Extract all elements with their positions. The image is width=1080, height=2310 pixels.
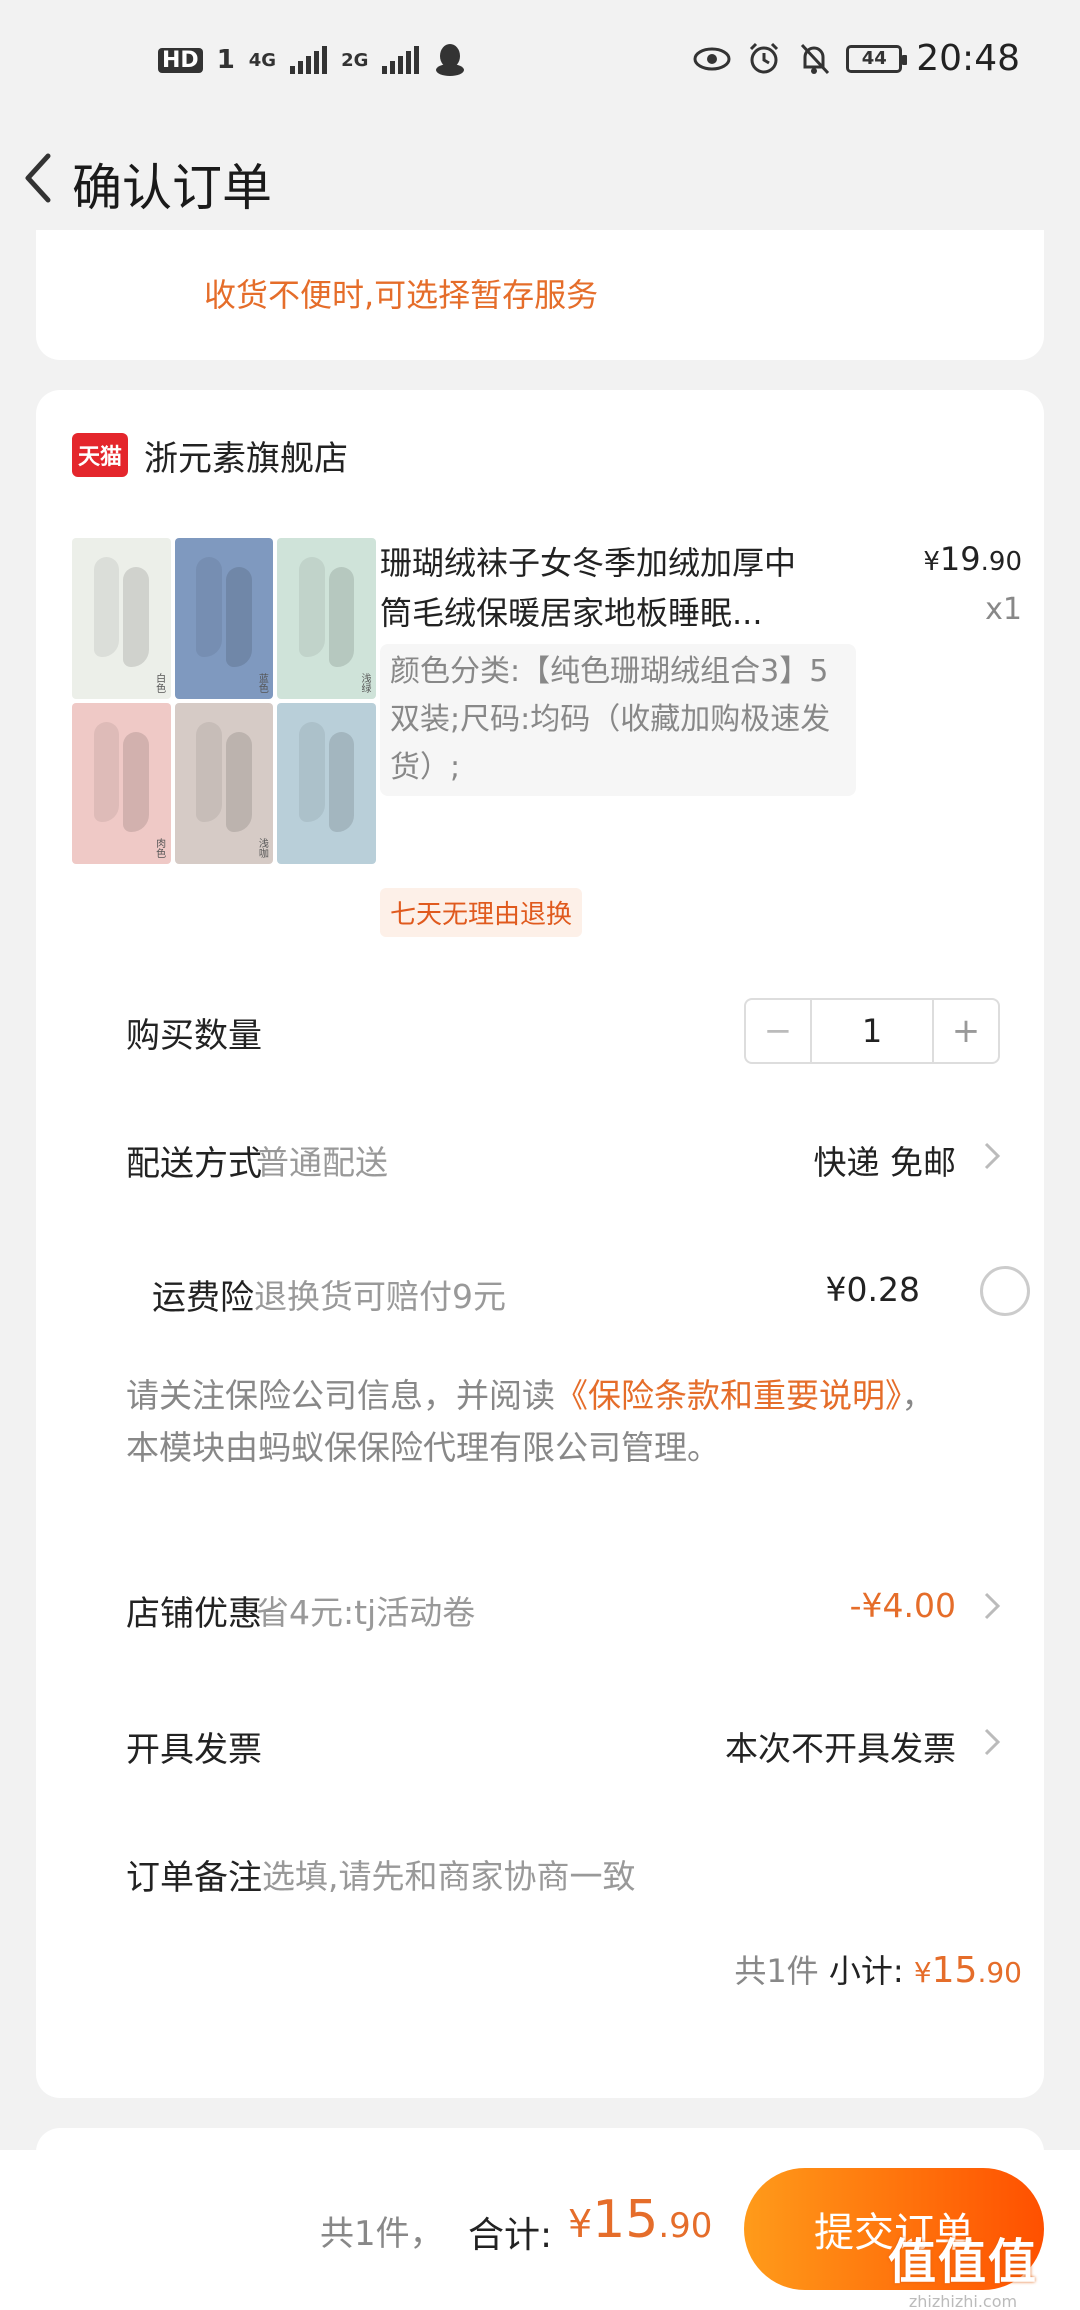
status-right: 44 20:48 (692, 38, 1020, 79)
insurance-radio[interactable] (980, 1266, 1030, 1316)
product-thumb-model (277, 703, 376, 864)
chevron-right-icon[interactable] (980, 1586, 1004, 1626)
signal-icon (290, 46, 328, 74)
delivery-label: 配送方式 (126, 1144, 262, 1184)
network-2g-label: 2G (341, 49, 369, 71)
watermark-site: zhizhizhi.com (908, 2292, 1018, 2310)
shipping-insurance-desc: 退换货可赔付9元 (254, 1277, 506, 1316)
mute-bell-icon (801, 43, 830, 74)
product-price: ¥19.90 (923, 540, 1022, 578)
delivery-value[interactable]: 快递 免邮 (814, 1136, 957, 1184)
subtotal: 共1件 小计: ¥15.90 (734, 1946, 1022, 1992)
price-block: ¥19.90 x1 (923, 540, 1022, 627)
chevron-right-icon[interactable] (980, 1722, 1004, 1762)
watermark: 值值值 zhizhizhi.com (858, 2222, 1068, 2310)
page-title: 确认订单 (72, 159, 272, 217)
clock: 20:48 (916, 38, 1020, 79)
invoice-label: 开具发票 (126, 1730, 262, 1770)
total-label: 合计: (468, 2215, 553, 2256)
invoice-value[interactable]: 本次不开具发票 (725, 1722, 956, 1770)
total-count: 共1件， (320, 2214, 444, 2254)
network-4g-label: 4G (248, 49, 277, 71)
status-bar: HD 1 4G 2G 44 20:48 (0, 0, 1080, 120)
product-title[interactable]: 珊瑚绒袜子女冬季加绒加厚中 筒毛绒保暖居家地板睡眠... (380, 538, 900, 638)
product-thumb-white: 白色 (72, 538, 171, 699)
increment-button[interactable]: + (932, 1000, 998, 1062)
sim1-label: 1 (216, 45, 235, 75)
app-header: 确认订单 (0, 120, 1080, 230)
shop-discount-desc: 省4元:tj活动卷 (256, 1593, 476, 1632)
shop-discount-value[interactable]: -¥4.00 (850, 1586, 956, 1625)
delivery-method: 普通配送 (256, 1143, 388, 1182)
qq-icon (436, 44, 465, 76)
alarm-icon (750, 42, 779, 73)
subtotal-amount: ¥15.90 (913, 1950, 1022, 1991)
shop-name: 浙元素旗舰店 (144, 438, 348, 479)
quantity-stepper: − 1 + (744, 998, 1000, 1064)
product-image[interactable]: 白色 蓝色 浅绿 肉色 浅咖 (72, 538, 376, 864)
return-policy-badge: 七天无理由退换 (380, 888, 583, 937)
battery-icon: 44 (846, 44, 908, 73)
order-remark-label: 订单备注 (126, 1858, 262, 1898)
shipping-insurance-label: 运费险 (152, 1278, 254, 1318)
shop-header[interactable]: 天猫 浙元素旗舰店 (72, 430, 348, 480)
status-left: HD 1 4G 2G (158, 42, 467, 78)
chevron-right-icon[interactable] (980, 1136, 1004, 1176)
eye-icon (693, 47, 731, 70)
sku-info[interactable]: 颜色分类:【纯色珊瑚绒组合3】5双装;尺码:均码（收藏加购极速发货）; (380, 644, 856, 796)
total-amount: ¥15.90 (568, 2190, 713, 2250)
hd-icon: HD (158, 47, 203, 73)
product-thumb-blue: 蓝色 (174, 538, 274, 699)
shop-discount-label: 店铺优惠 (126, 1594, 262, 1634)
product-thumb-green: 浅绿 (277, 538, 376, 699)
decrement-button[interactable]: − (746, 1000, 812, 1062)
product-thumb-taupe: 浅咖 (174, 703, 274, 864)
product-quantity: x1 (985, 592, 1022, 627)
subtotal-count: 共1件 (734, 1952, 819, 1990)
insurance-note: 请关注保险公司信息，并阅读《保险条款和重要说明》，本模块由蚂蚁保保险代理有限公司… (126, 1376, 935, 1467)
back-icon[interactable] (12, 142, 72, 212)
quantity-label: 购买数量 (126, 1016, 262, 1056)
watermark-logo: 值值值 (887, 2234, 1038, 2290)
subtotal-label: 小计: (828, 1952, 904, 1990)
tmall-icon: 天猫 (72, 433, 128, 477)
insurance-terms-link[interactable]: 《保险条款和重要说明》 (555, 1376, 902, 1415)
quantity-value[interactable]: 1 (812, 1000, 932, 1062)
signal-2-icon (382, 46, 420, 74)
order-remark-input[interactable]: 选填,请先和商家协商一致 (262, 1850, 636, 1898)
shipping-insurance-price: ¥0.28 (825, 1270, 920, 1309)
deferred-delivery-notice[interactable]: 收货不便时,可选择暂存服务 (204, 270, 598, 316)
order-card: 天猫 浙元素旗舰店 白色 蓝色 浅绿 肉色 浅咖 珊瑚绒袜子女冬季加绒加厚中 筒… (36, 390, 1044, 2098)
product-thumb-pink: 肉色 (72, 703, 171, 864)
address-card: 收货不便时,可选择暂存服务 (36, 230, 1044, 360)
